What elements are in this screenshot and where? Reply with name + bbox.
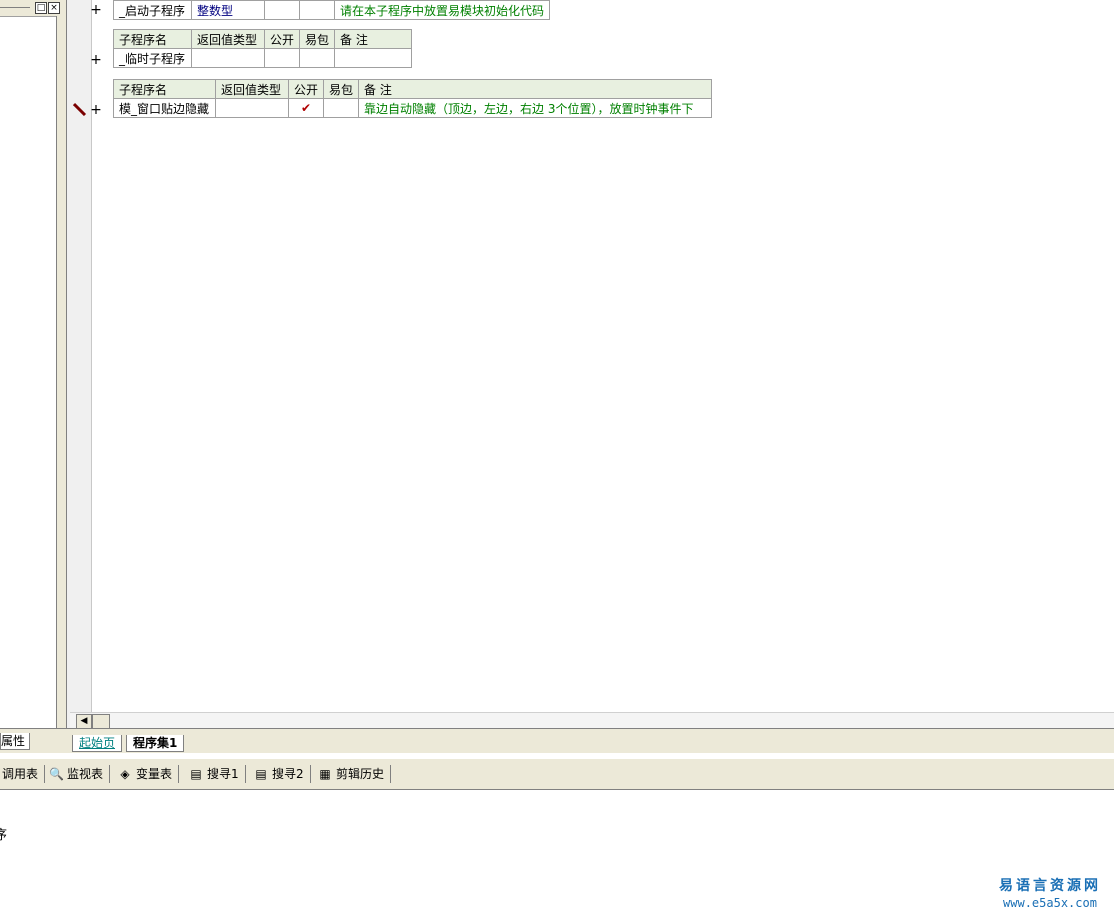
- header-easy-pack: 易包: [299, 29, 336, 49]
- table-header-row: 子程序名 返回值类型 公开 易包 备 注: [113, 79, 713, 99]
- scroll-left-icon[interactable]: ◀: [76, 714, 92, 729]
- call-table-button[interactable]: 调用表: [2, 765, 46, 783]
- public-cell[interactable]: [264, 0, 300, 20]
- public-checkmark[interactable]: ✔: [287, 98, 325, 118]
- sub-name-cell[interactable]: _启动子程序: [113, 0, 192, 20]
- easy-pack-cell[interactable]: [323, 98, 360, 118]
- tool-label: 剪辑历史: [336, 767, 385, 781]
- scroll-thumb[interactable]: [92, 714, 110, 729]
- table-header-row: 子程序名 返回值类型 公开 易包 备 注: [113, 29, 413, 49]
- sub-name-cell[interactable]: 模_窗口贴边隐藏: [113, 98, 216, 118]
- magnifier-icon: 🔍: [49, 767, 64, 781]
- panel-tabstrip: 属性: [0, 728, 66, 753]
- temp-sub-table: 子程序名 返回值类型 公开 易包 备 注 _临时子程序: [113, 29, 413, 68]
- tool-label: 监视表: [67, 767, 104, 781]
- variables-icon: ◈: [120, 767, 130, 781]
- watermark-url: www.e5a5x.com: [1003, 896, 1097, 910]
- search2-button[interactable]: ▤ 搜寻2: [254, 765, 311, 783]
- note-cell[interactable]: 请在本子程序中放置易模块初始化代码: [333, 0, 551, 20]
- search1-button[interactable]: ▤ 搜寻1: [189, 765, 246, 783]
- tool-label: 调用表: [2, 767, 39, 781]
- header-note: 备 注: [358, 79, 713, 99]
- table-row: _临时子程序: [113, 48, 413, 68]
- easy-pack-cell[interactable]: [299, 0, 335, 20]
- public-cell[interactable]: [263, 48, 301, 68]
- watch-table-button[interactable]: 🔍 监视表: [49, 765, 111, 783]
- tool-label: 搜寻1: [207, 767, 239, 781]
- tab-program-set[interactable]: 程序集1: [126, 735, 185, 752]
- header-sub-name: 子程序名: [113, 29, 192, 49]
- panel-titlebar: □ ×: [0, 0, 66, 17]
- sub-name-cell[interactable]: _临时子程序: [113, 48, 192, 68]
- pencil-icon: [73, 102, 87, 116]
- startup-sub-table: _启动子程序 整数型 请在本子程序中放置易模块初始化代码: [113, 0, 551, 20]
- header-note: 备 注: [334, 29, 413, 49]
- bottom-toolstrip: 调用表 🔍 监视表 ◈ 变量表 ▤ 搜寻1 ▤ 搜寻2 ▦ 剪辑历史: [0, 758, 1114, 791]
- return-type-cell[interactable]: [215, 98, 289, 118]
- tab-label: 程序集1: [133, 736, 178, 750]
- tool-label: 搜寻2: [272, 767, 304, 781]
- restore-icon[interactable]: □: [35, 2, 47, 14]
- expand-icon[interactable]: +: [90, 3, 102, 17]
- properties-tab[interactable]: 属性: [0, 733, 31, 750]
- output-text: 序: [0, 828, 8, 843]
- expand-icon[interactable]: +: [90, 53, 102, 67]
- table-row: _启动子程序 整数型 请在本子程序中放置易模块初始化代码: [113, 0, 551, 20]
- tool-label: 变量表: [136, 767, 173, 781]
- left-panel: □ × 属性: [0, 0, 67, 753]
- header-return-type: 返回值类型: [191, 29, 265, 49]
- header-public: 公开: [263, 29, 301, 49]
- return-type-cell[interactable]: [191, 48, 265, 68]
- note-cell[interactable]: [334, 48, 413, 68]
- header-sub-name: 子程序名: [113, 79, 216, 99]
- header-easy-pack: 易包: [323, 79, 360, 99]
- clipboard-icon: ▦: [319, 767, 331, 781]
- return-type-cell[interactable]: 整数型: [191, 0, 265, 20]
- easy-pack-cell[interactable]: [299, 48, 336, 68]
- hide-sub-table: 子程序名 返回值类型 公开 易包 备 注 模_窗口贴边隐藏 ✔ 靠边自动隐藏（顶…: [113, 79, 713, 118]
- editor-tabstrip: 起始页 程序集1: [66, 728, 1114, 753]
- note-cell[interactable]: 靠边自动隐藏（顶边，左边，右边 3个位置），放置时钟事件下: [358, 98, 713, 118]
- search-doc-icon: ▤: [255, 767, 267, 781]
- variable-table-button[interactable]: ◈ 变量表: [118, 765, 180, 783]
- clip-history-button[interactable]: ▦ 剪辑历史: [318, 765, 392, 783]
- tab-label: 起始页: [79, 736, 116, 750]
- table-row: 模_窗口贴边隐藏 ✔ 靠边自动隐藏（顶边，左边，右边 3个位置），放置时钟事件下: [113, 98, 713, 118]
- expand-icon[interactable]: +: [90, 103, 102, 117]
- search-doc-icon: ▤: [190, 767, 202, 781]
- watermark: 易语言资源网 www.e5a5x.com: [990, 875, 1110, 910]
- header-return-type: 返回值类型: [215, 79, 289, 99]
- titlebar-line: [0, 7, 30, 8]
- tab-start-page[interactable]: 起始页: [72, 735, 123, 752]
- output-panel: 序: [0, 790, 1114, 914]
- header-public: 公开: [287, 79, 325, 99]
- watermark-title: 易语言资源网: [999, 878, 1101, 894]
- close-icon[interactable]: ×: [48, 2, 60, 14]
- horizontal-scrollbar[interactable]: ◀: [70, 712, 1114, 729]
